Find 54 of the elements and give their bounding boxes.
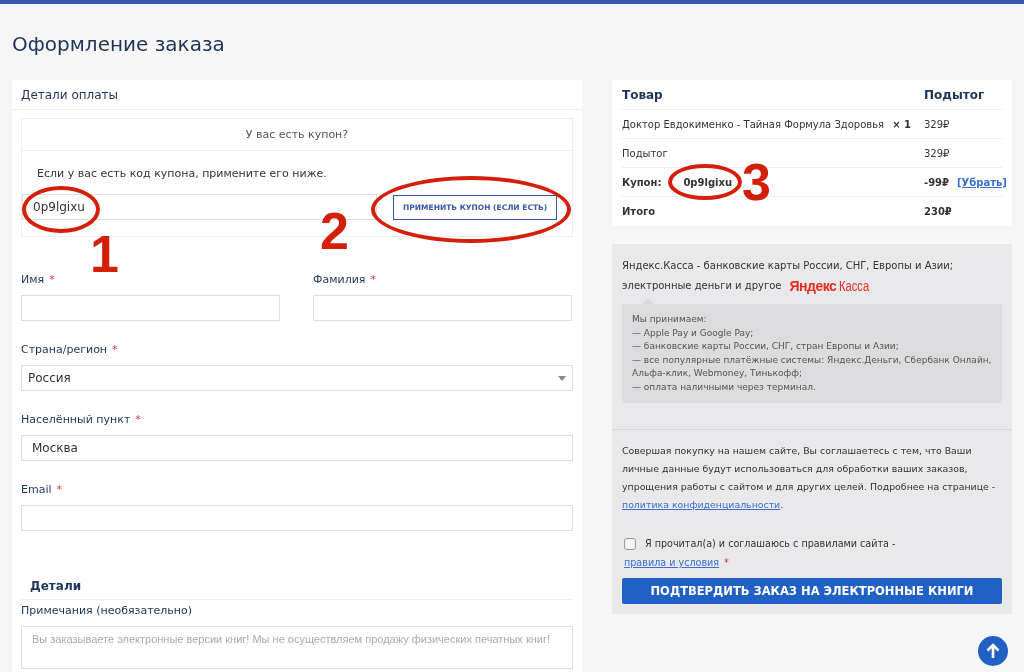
annotation-number: 3 <box>742 156 771 208</box>
field-label: Email <box>21 483 52 496</box>
table-cell: Подытог <box>622 147 668 159</box>
accepted-method-line: — все популярные платёжные системы: Яндекс.Деньги, Сбербанк Онлайн, Альфа-клик, Webmoney, Тинькофф; <box>632 353 992 380</box>
notes-field[interactable]: Вы заказываете электронные версии книг! Мы не осуществляем продажу физических печатных книг! <box>21 626 573 669</box>
card-title: Детали оплаты <box>12 80 582 110</box>
quantity: × 1 <box>892 118 911 130</box>
required-asterisk: * <box>370 273 376 286</box>
input-field[interactable] <box>313 295 572 321</box>
country-select[interactable]: Россия <box>21 365 573 391</box>
column-header: Подытог <box>924 87 986 102</box>
coupon-code: 0p9lgixu <box>683 176 733 188</box>
terms-text: Я прочитал(а) и соглашаюсь с правилами сайта - <box>645 538 896 549</box>
field-label: Примечания (необязательно) <box>21 604 194 617</box>
submit-order-button[interactable]: ПОДТВЕРДИТЬ ЗАКАЗ НА ЭЛЕКТРОННЫЕ КНИГИ <box>622 578 1002 604</box>
input-field[interactable] <box>21 295 280 321</box>
required-asterisk: * <box>724 557 729 568</box>
required-asterisk: * <box>112 343 118 356</box>
table-cell: 329₽ <box>924 147 950 159</box>
scroll-to-top-button[interactable] <box>978 636 1008 666</box>
annotation-number: 1 <box>90 228 119 280</box>
coupon-hint: Если у вас есть код купона, примените его ниже. <box>36 167 328 180</box>
arrow-up-icon <box>986 643 1000 659</box>
input-field[interactable]: Москва <box>21 435 573 461</box>
column-header: Товар <box>622 87 664 102</box>
terms-checkbox[interactable] <box>624 538 636 550</box>
field-label: Населённый пункт <box>21 413 131 426</box>
table-cell: 329₽ <box>924 118 950 130</box>
required-asterisk: * <box>56 483 63 496</box>
field-label: Фамилия <box>313 273 366 286</box>
terms-link[interactable]: правила и условия <box>624 557 720 568</box>
payment-logo: Яндекс Касса <box>789 277 871 296</box>
coupon-toggle[interactable]: У вас есть купон? <box>22 119 572 151</box>
accepted-method-line: Мы принимаем: <box>632 313 708 326</box>
section-title: Детали <box>30 579 83 593</box>
caret-icon <box>558 375 566 381</box>
payment-method-text: электронные деньги и другое <box>622 280 782 291</box>
table-cell: Итого <box>622 206 656 217</box>
required-asterisk: * <box>49 273 55 286</box>
page-title: Оформление заказа <box>12 32 226 56</box>
accepted-method-line: — оплата наличными через терминал. <box>632 380 817 394</box>
input-field[interactable] <box>21 505 573 531</box>
table-cell: -99₽ <box>924 176 950 188</box>
table-cell: 230₽ <box>924 206 952 217</box>
privacy-notice: Совершая покупку на нашем сайте, Вы соглашаетесь с тем, что Ваши личные данные будут использоваться для обработки ваших заказов, упрощения работы с сайтом и для других целей. Подробнее на странице - политика конфиденциальности. <box>622 444 997 512</box>
field-label: Страна/регион <box>21 343 108 356</box>
accepted-method-line: — Apple Pay и Google Pay; <box>632 326 755 340</box>
accepted-method-line: — банковские карты России, СНГ, стран Европы и Азии; <box>632 340 900 353</box>
required-asterisk: * <box>135 413 141 426</box>
field-label: Имя <box>21 273 45 286</box>
table-cell: Доктор Евдокименко - Тайная Формула Здоровья <box>622 118 885 130</box>
payment-method-text: Яндекс.Касса - банковские карты России, СНГ, Европы и Азии; <box>622 260 954 271</box>
remove-coupon-link[interactable]: [Убрать] <box>957 176 1007 188</box>
table-cell: Купон: <box>622 176 662 188</box>
